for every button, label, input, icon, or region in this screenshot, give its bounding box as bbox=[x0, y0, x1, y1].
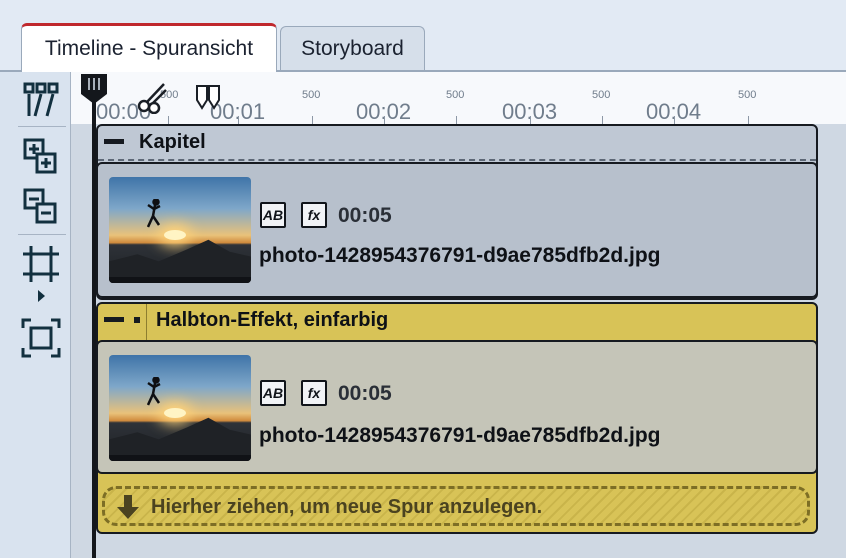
ruler-tick bbox=[456, 116, 457, 124]
ruler-sub-label: 500 bbox=[738, 89, 757, 101]
clip-duration: 00:05 bbox=[338, 382, 392, 405]
fullscreen-frame-icon[interactable] bbox=[21, 318, 61, 358]
ruler-tick bbox=[312, 116, 313, 124]
collapse-icon[interactable] bbox=[104, 317, 124, 322]
add-track-icon[interactable] bbox=[21, 136, 61, 176]
effects-fx-icon[interactable]: fx bbox=[301, 202, 327, 228]
chapter-title: Kapitel bbox=[139, 131, 206, 153]
ruler-sub-label: 500 bbox=[592, 89, 611, 101]
effect-title: Halbton-Effekt, einfarbig bbox=[156, 309, 389, 331]
scissors-icon[interactable] bbox=[136, 80, 170, 115]
ruler-tick bbox=[674, 116, 675, 124]
tab-timeline[interactable]: Timeline - Spuransicht bbox=[21, 23, 277, 72]
download-arrow-icon bbox=[115, 493, 141, 521]
clip-thumbnail bbox=[109, 355, 251, 461]
ruler-tick bbox=[748, 116, 749, 124]
clip-duration: 00:05 bbox=[338, 204, 392, 227]
clip-filename: photo-1428954376791-d9ae785dfb2d.jpg bbox=[259, 424, 661, 447]
ruler-tick bbox=[238, 116, 239, 124]
ruler-tick bbox=[168, 116, 169, 124]
ruler-sub-label: 500 bbox=[302, 89, 321, 101]
fit-track-icon[interactable] bbox=[21, 244, 61, 284]
playhead-line[interactable] bbox=[92, 96, 96, 558]
expand-arrow-icon[interactable] bbox=[38, 290, 45, 302]
ruler-tick bbox=[602, 116, 603, 124]
ruler-tick bbox=[384, 116, 385, 124]
transition-ab-icon[interactable]: AB bbox=[260, 380, 286, 406]
remove-track-icon[interactable] bbox=[21, 186, 61, 226]
drop-zone-text: Hierher ziehen, um neue Spur anzulegen. bbox=[151, 496, 543, 518]
transition-ab-icon[interactable]: AB bbox=[260, 202, 286, 228]
image-clip[interactable]: AB fx 00:05 photo-1428954376791-d9ae785d… bbox=[96, 162, 818, 298]
timeline-tracks-icon[interactable] bbox=[21, 80, 61, 120]
track-header-divider bbox=[146, 304, 147, 340]
collapse-icon[interactable] bbox=[104, 139, 124, 144]
clip-thumbnail bbox=[109, 177, 251, 283]
ruler-tick bbox=[530, 116, 531, 124]
drop-zone[interactable]: Hierher ziehen, um neue Spur anzulegen. bbox=[102, 486, 810, 526]
track-divider bbox=[98, 159, 816, 161]
toolbar-separator bbox=[18, 234, 66, 235]
marker-handle-icon[interactable] bbox=[195, 84, 223, 110]
left-toolbar bbox=[0, 72, 71, 558]
toolbar-separator bbox=[18, 126, 66, 127]
playhead-handle-icon[interactable] bbox=[79, 72, 109, 106]
effects-fx-icon[interactable]: fx bbox=[301, 380, 327, 406]
tab-storyboard[interactable]: Storyboard bbox=[280, 26, 425, 70]
track-dot-icon bbox=[134, 317, 140, 323]
image-clip[interactable]: AB fx 00:05 photo-1428954376791-d9ae785d… bbox=[96, 340, 818, 474]
clip-filename: photo-1428954376791-d9ae785dfb2d.jpg bbox=[259, 244, 661, 267]
ruler-sub-label: 500 bbox=[446, 89, 465, 101]
